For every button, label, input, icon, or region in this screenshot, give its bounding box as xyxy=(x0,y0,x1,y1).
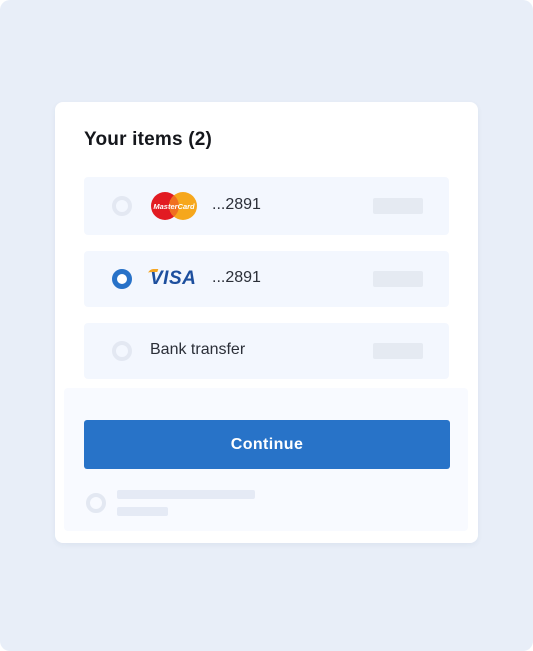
mastercard-logo-text: MasterCard xyxy=(153,202,195,211)
bank-transfer-label: Bank transfer xyxy=(150,341,246,358)
radio-button-bank-transfer[interactable] xyxy=(112,341,132,361)
placeholder-text-line xyxy=(117,490,255,499)
card-number-mastercard: ...2891 xyxy=(212,196,261,213)
page-background: Your items (2) MasterCard ...2891 VISA .… xyxy=(0,0,533,651)
payment-option-bank-transfer[interactable]: Bank transfer xyxy=(84,323,449,379)
placeholder-radio xyxy=(86,493,106,513)
amount-placeholder xyxy=(373,271,423,287)
radio-button-mastercard[interactable] xyxy=(112,196,132,216)
visa-logo-icon: VISA xyxy=(146,268,196,290)
card-number-visa: ...2891 xyxy=(212,269,261,286)
placeholder-text-line-short xyxy=(117,507,168,516)
payment-card: Your items (2) MasterCard ...2891 VISA .… xyxy=(55,102,478,543)
mastercard-logo-icon: MasterCard xyxy=(150,191,198,221)
card-title: Your items (2) xyxy=(84,129,213,150)
amount-placeholder xyxy=(373,198,423,214)
continue-button[interactable]: Continue xyxy=(84,420,450,469)
payment-option-visa[interactable]: VISA ...2891 xyxy=(84,251,449,307)
payment-option-mastercard[interactable]: MasterCard ...2891 xyxy=(84,177,449,235)
radio-button-visa[interactable] xyxy=(112,269,132,289)
amount-placeholder xyxy=(373,343,423,359)
